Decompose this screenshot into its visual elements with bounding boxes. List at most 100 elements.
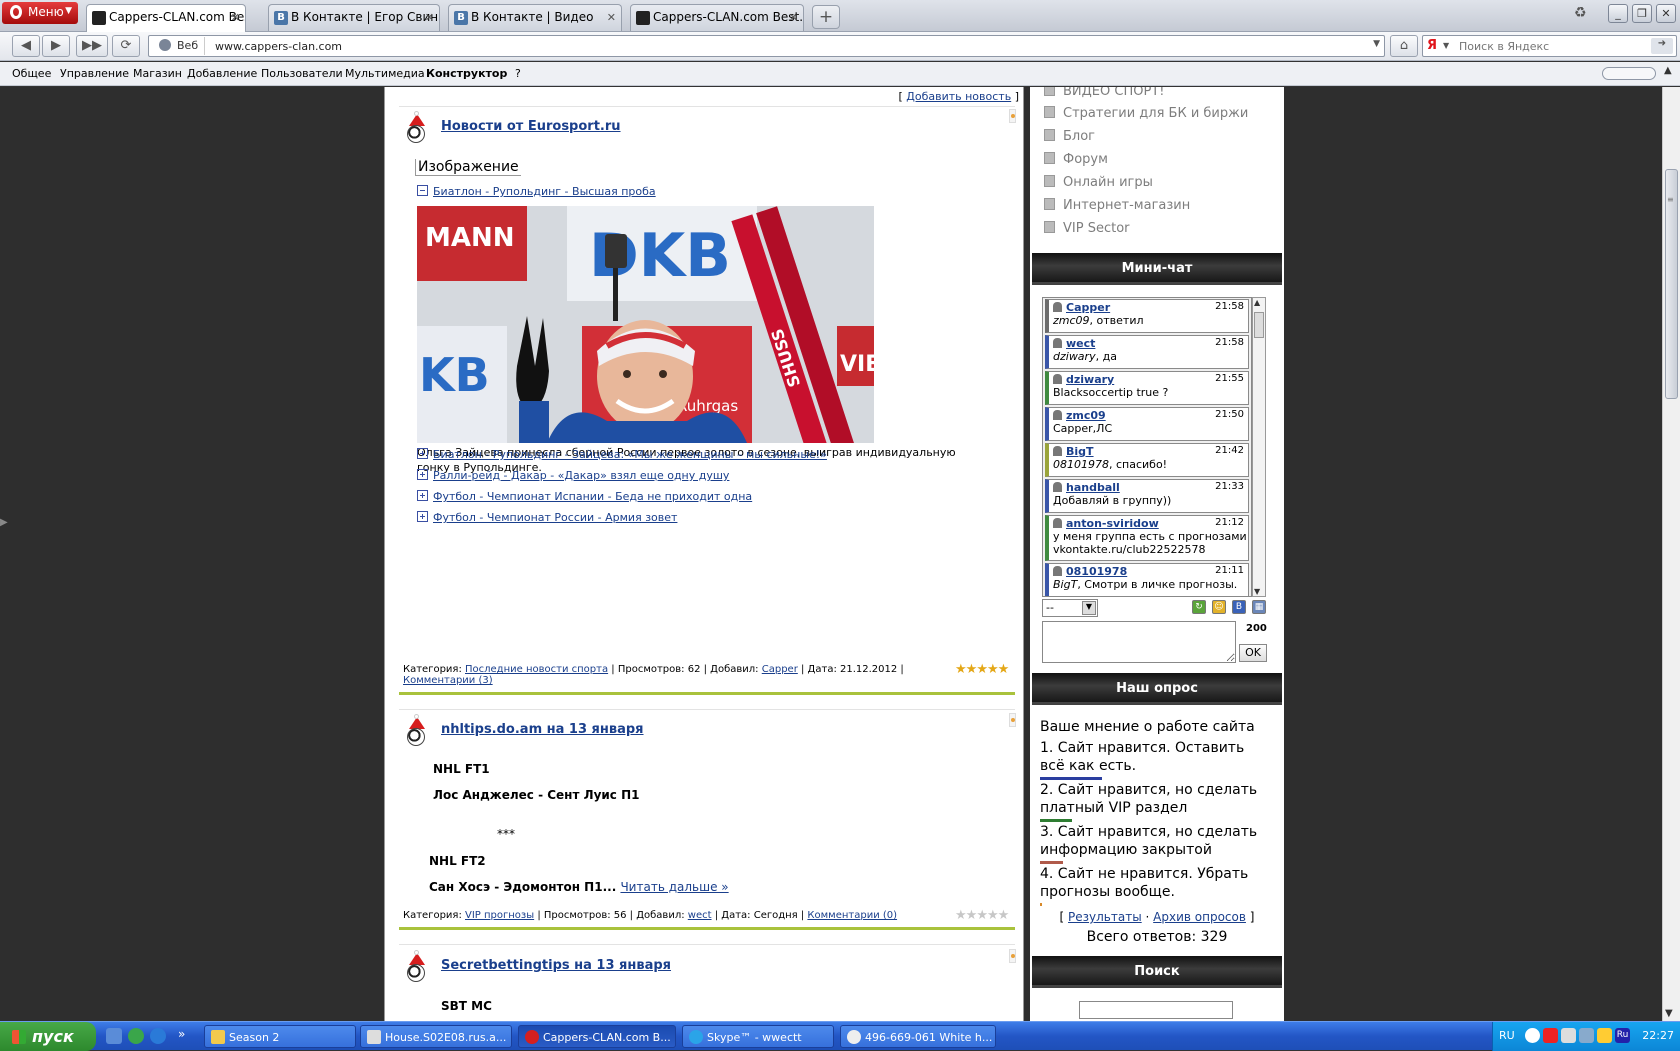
tab-cappers-clan-2[interactable]: Cappers-CLAN.com Best... ✕ (630, 4, 804, 31)
chevron-down-icon[interactable]: ▼ (1665, 1008, 1673, 1019)
meta-comments-link[interactable]: Комментарии (0) (807, 910, 897, 921)
chevron-up-icon[interactable]: ▲ (1664, 65, 1678, 81)
news-title[interactable]: nhltips.do.am на 13 января (441, 722, 644, 737)
opera-menu-button[interactable]: Меню ▼ (2, 2, 78, 24)
star-icon[interactable]: ★ (998, 662, 1010, 677)
chat-rules-icon[interactable]: ▦ (1252, 600, 1266, 614)
back-button[interactable]: ◀ (12, 35, 40, 57)
add-news-link[interactable]: Добавить новость (906, 90, 1011, 103)
rss-icon[interactable] (1009, 949, 1016, 963)
heart-icon[interactable] (1543, 1028, 1558, 1043)
rating-stars[interactable]: ★★★★★ (955, 662, 1010, 677)
quicklaunch-more-icon[interactable]: » (178, 1027, 185, 1041)
yandex-search-input[interactable] (1459, 38, 1644, 54)
chat-username[interactable]: BigT (1066, 445, 1094, 458)
close-icon[interactable]: ✕ (789, 11, 798, 24)
zoom-slider[interactable] (1602, 67, 1656, 80)
news-title[interactable]: Новости от Eurosport.ru (441, 119, 621, 134)
admin-menu-general[interactable]: Общее (12, 67, 51, 80)
expand-icon[interactable] (417, 448, 428, 459)
home-button[interactable]: ⌂ (1390, 35, 1418, 57)
news-link[interactable]: Футбол - Чемпионат России - Армия зовет (433, 511, 677, 524)
star-icon[interactable]: ★ (955, 662, 967, 677)
admin-menu-management[interactable]: Управление (60, 67, 129, 80)
star-icon[interactable]: ★ (976, 662, 988, 677)
star-icon[interactable]: ★ (987, 662, 999, 677)
news-title[interactable]: Secretbettingtips на 13 января (441, 958, 671, 973)
news-collapsed-item[interactable]: Футбол - Чемпионат России - Армия зовет (417, 511, 677, 524)
star-icon[interactable]: ★ (987, 908, 999, 923)
news-link[interactable]: Биатлон - Рупольдинг - Зайцева: «Мы же ж… (433, 448, 827, 461)
close-window-button[interactable]: ✕ (1656, 4, 1676, 23)
smiley-icon[interactable]: ☺ (1212, 600, 1226, 614)
admin-menu-help[interactable]: ? (515, 67, 521, 80)
close-icon[interactable]: ✕ (231, 11, 240, 24)
admin-menu-users[interactable]: Пользователи (261, 67, 343, 80)
expand-icon[interactable] (417, 511, 428, 522)
sidebar-menu-item[interactable]: Стратегии для БК и биржи (1044, 106, 1248, 121)
lang-badge-icon[interactable]: Ru (1615, 1028, 1630, 1043)
chevron-up-icon[interactable]: ▲ (1254, 298, 1260, 307)
ie-icon[interactable] (150, 1028, 166, 1044)
meta-comments-link[interactable]: Комментарии (3) (403, 675, 493, 686)
tab-vk-profile[interactable]: B В Контакте | Егор Свин... ✕ (268, 4, 440, 31)
refresh-chat-icon[interactable]: ↻ (1192, 600, 1206, 614)
volume-icon[interactable] (1597, 1028, 1612, 1043)
close-icon[interactable]: ✕ (607, 11, 616, 24)
meta-category-link[interactable]: Последние новости спорта (465, 664, 608, 675)
news-link[interactable]: Футбол - Чемпионат Испании - Беда не при… (433, 490, 752, 503)
taskbar-item[interactable]: Cappers-CLAN.com B... (518, 1025, 676, 1048)
taskbar-item[interactable]: Skype™ - wwectt (682, 1025, 834, 1048)
star-icon[interactable]: ★ (966, 908, 978, 923)
sidebar-menu-item[interactable]: Форум (1044, 152, 1108, 167)
chat-send-button[interactable]: OK (1239, 644, 1267, 662)
read-more-link[interactable]: Читать дальше » (620, 880, 728, 894)
news-link[interactable]: Биатлон - Рупольдинг - Высшая проба (433, 185, 656, 198)
chat-username[interactable]: dziwary (1066, 373, 1114, 386)
site-search-input[interactable] (1079, 1001, 1233, 1019)
utorrent-icon[interactable] (128, 1028, 144, 1044)
collapse-icon[interactable] (417, 185, 428, 196)
rss-icon[interactable] (1009, 109, 1016, 123)
address-mode[interactable]: Веб (153, 37, 205, 55)
new-tab-button[interactable]: + (812, 5, 840, 29)
admin-menu-add[interactable]: Добавление (187, 67, 257, 80)
star-icon[interactable]: ★ (998, 908, 1010, 923)
address-bar[interactable]: Веб www.cappers-clan.com ▼ (148, 35, 1385, 57)
scroll-thumb[interactable] (1254, 312, 1264, 338)
chat-smiley-select[interactable]: -- ▼ (1042, 599, 1098, 617)
language-indicator[interactable]: RU (1499, 1029, 1515, 1042)
bbcode-bold-icon[interactable]: B (1232, 600, 1246, 614)
close-icon[interactable]: ✕ (425, 11, 434, 24)
chat-scrollbar[interactable]: ▲ ▼ (1252, 297, 1266, 597)
admin-menu-shop[interactable]: Магазин (133, 67, 182, 80)
address-url[interactable]: www.cappers-clan.com (215, 40, 342, 53)
taskbar-item[interactable]: House.S02E08.rus.a... (360, 1025, 512, 1048)
meta-author-link[interactable]: Capper (762, 664, 798, 675)
search-go-icon[interactable]: ➜ (1651, 38, 1673, 54)
tab-vk-video[interactable]: B В Контакте | Видео ✕ (448, 4, 622, 31)
sidebar-menu-item[interactable]: Блог (1044, 129, 1095, 144)
sidebar-menu-item[interactable]: Онлайн игры (1044, 175, 1153, 190)
news-expanded-item[interactable]: Биатлон - Рупольдинг - Высшая проба (417, 185, 656, 198)
network-tray-icon[interactable] (1579, 1028, 1594, 1043)
star-icon[interactable]: ★ (966, 662, 978, 677)
expand-icon[interactable] (417, 469, 428, 480)
admin-menu-multimedia[interactable]: Мультимедиа (345, 67, 425, 80)
chevron-down-icon[interactable]: ▼ (1082, 601, 1096, 615)
sidebar-menu-item[interactable]: ВИДЕО СПОРТ! (1044, 87, 1164, 99)
minimize-button[interactable]: _ (1608, 4, 1628, 23)
chat-username[interactable]: handball (1066, 481, 1120, 494)
poll-results-link[interactable]: Результаты (1068, 910, 1142, 924)
start-button[interactable]: пуск (0, 1022, 96, 1051)
news-link[interactable]: Ралли-рейд - Дакар - «Дакар» взял еще од… (433, 469, 729, 482)
news-collapsed-item[interactable]: Биатлон - Рупольдинг - Зайцева: «Мы же ж… (417, 448, 827, 461)
chevron-down-icon[interactable]: ▼ (1373, 39, 1380, 49)
chat-username[interactable]: zmc09 (1066, 409, 1106, 422)
network-icon[interactable] (106, 1028, 122, 1044)
news-collapsed-item[interactable]: Футбол - Чемпионат Испании - Беда не при… (417, 490, 752, 503)
chat-username[interactable]: 08101978 (1066, 565, 1127, 578)
taskbar-item[interactable]: Season 2 (204, 1025, 356, 1048)
trash-icon[interactable]: ♻ (1574, 5, 1594, 25)
page-scrollbar[interactable]: ≡ ▼ (1662, 87, 1680, 1021)
